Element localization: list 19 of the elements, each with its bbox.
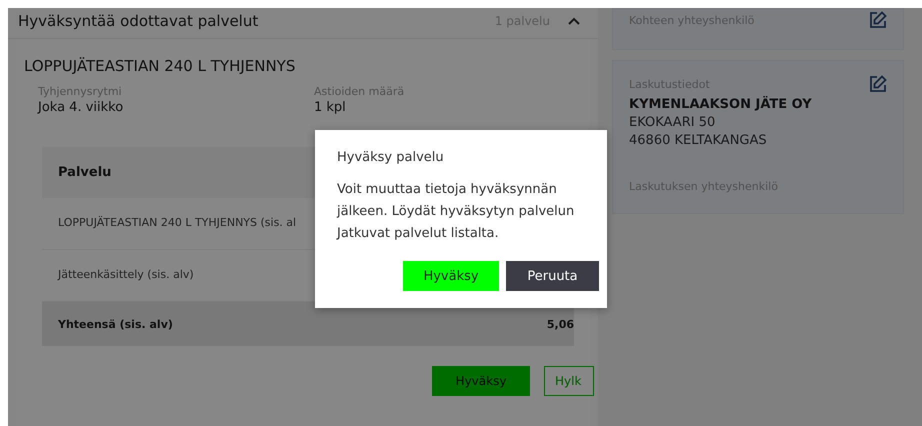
section-title: Hyväksyntää odottavat palvelut [18,12,260,30]
edit-icon[interactable] [869,75,887,93]
address-line: KYMENLAAKSON JÄTE OY [629,97,813,112]
column-header: Palvelu [58,165,112,180]
field-value: Joka 4. viikko [38,100,124,115]
address-line: 46860 KELTAKANGAS [629,133,768,148]
service-title: LOPPUJÄTEASTIAN 240 L TYHJENNYS [24,57,296,75]
cancel-button[interactable]: Peruuta [506,261,599,291]
total-label: Yhteensä (sis. alv) [58,318,173,331]
approve-button[interactable]: Hyväksy [403,261,499,291]
table-cell: LOPPUJÄTEASTIAN 240 L TYHJENNYS (sis. al [58,216,296,229]
address-line: EKOKAARI 50 [629,115,716,130]
edit-icon[interactable] [869,11,887,29]
dialog-title: Hyväksy palvelu [337,150,445,165]
total-value: 5,06 [546,318,574,331]
chevron-icon[interactable] [568,17,580,25]
field-value: 1 kpl [314,100,347,115]
table-cell: Jätteenkäsittely (sis. alv) [58,268,194,281]
dialog-message: Voit muuttaa tietoja hyväksynnän jälkeen. Löydät hyväksytyn palvelun Jatkuvat palvelut listalta. [337,181,576,243]
